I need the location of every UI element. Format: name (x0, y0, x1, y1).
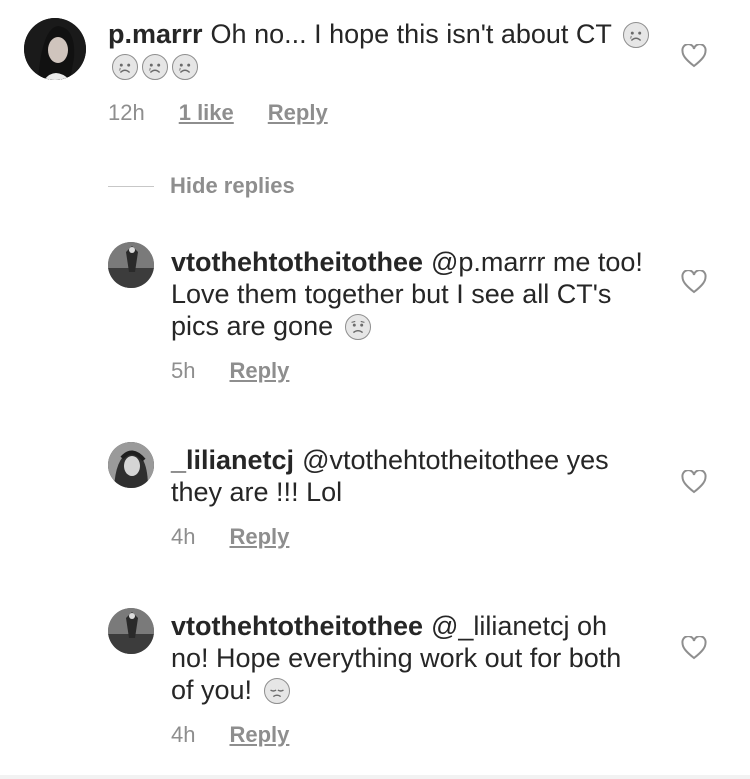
reply-vtothehtotheitothee-2: vtothehtotheitothee @_lilianetcj oh no! H… (0, 596, 750, 771)
bottom-divider (0, 775, 750, 779)
comment-text: p.marrr Oh no... I hope this isn't about … (108, 18, 668, 82)
avatar[interactable] (24, 18, 86, 80)
divider (108, 185, 154, 187)
reply-button[interactable]: Reply (229, 722, 289, 748)
comment-meta: 12h 1 like Reply (108, 100, 328, 126)
comment-text: _lilianetcj @vtothehtotheitothee yes they… (171, 444, 651, 508)
crying-face-icon (112, 54, 138, 80)
username[interactable]: vtothehtotheitothee (171, 611, 423, 641)
comment-p-marrr: p.marrr Oh no... I hope this isn't about … (0, 0, 750, 160)
username[interactable]: _lilianetcj (171, 445, 294, 475)
username[interactable]: p.marrr (108, 19, 203, 49)
heart-icon[interactable] (681, 270, 707, 294)
heart-icon[interactable] (681, 636, 707, 660)
hide-replies-toggle[interactable]: Hide replies (108, 172, 295, 200)
likes-count-link[interactable]: 1 like (179, 100, 234, 126)
timestamp: 5h (171, 358, 196, 383)
timestamp: 4h (171, 524, 196, 549)
reply-button[interactable]: Reply (229, 524, 289, 550)
reply-vtothehtotheitothee-1: vtothehtotheitothee @p.marrr me too! Love… (0, 230, 750, 400)
crying-face-icon (622, 22, 649, 48)
avatar[interactable] (108, 608, 154, 654)
disappointed-face-icon (263, 678, 290, 704)
reply-button[interactable]: Reply (268, 100, 328, 126)
heart-icon[interactable] (681, 44, 707, 68)
reply-button[interactable]: Reply (229, 358, 289, 384)
comment-meta: 5h Reply (171, 358, 289, 384)
comment-meta: 4h Reply (171, 722, 289, 748)
comment-text: vtothehtotheitothee @_lilianetcj oh no! H… (171, 610, 641, 706)
comment-meta: 4h Reply (171, 524, 289, 550)
heart-icon[interactable] (681, 470, 707, 494)
comment-body: Oh no... I hope this isn't about CT (210, 19, 612, 49)
avatar[interactable] (108, 442, 154, 488)
username[interactable]: vtothehtotheitothee (171, 247, 423, 277)
comment-text: vtothehtotheitothee @p.marrr me too! Love… (171, 246, 651, 342)
crying-face-icon (172, 54, 198, 80)
timestamp: 12h (108, 100, 145, 125)
worried-face-icon (344, 314, 371, 340)
hide-replies-label[interactable]: Hide replies (170, 173, 295, 199)
avatar[interactable] (108, 242, 154, 288)
crying-face-icon (142, 54, 168, 80)
reply-lilianetcj: _lilianetcj @vtothehtotheitothee yes they… (0, 430, 750, 570)
timestamp: 4h (171, 722, 196, 747)
